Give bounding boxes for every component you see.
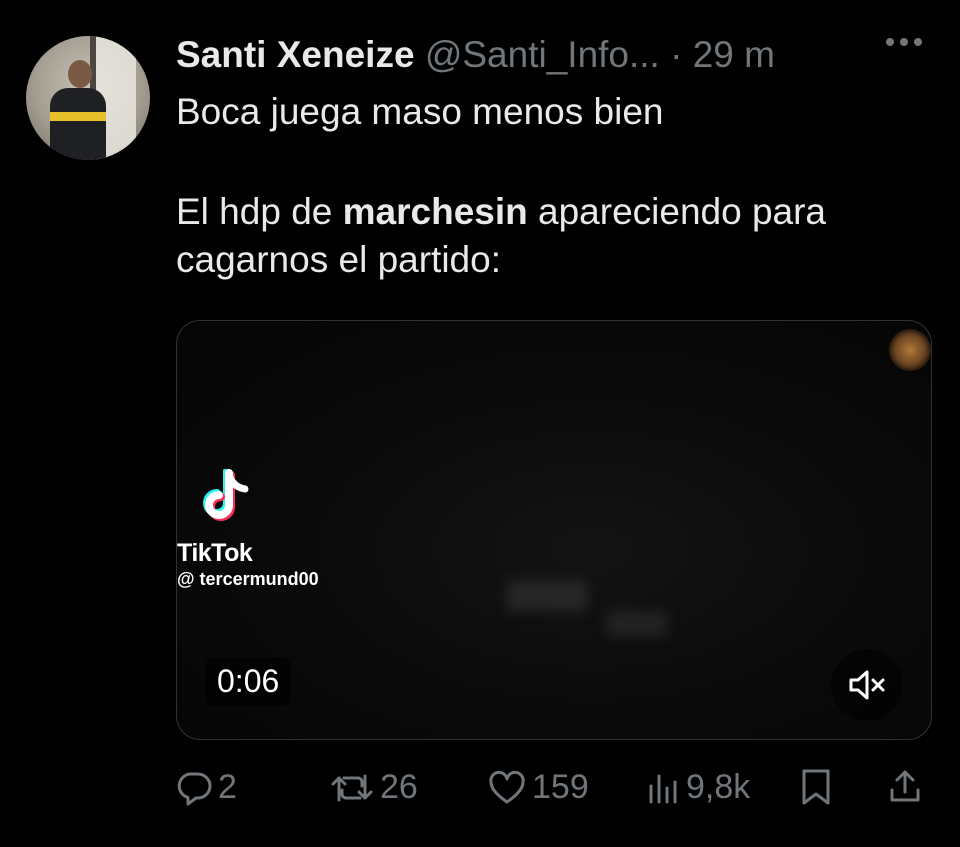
tweet-actions: 2 26 159 9,8k xyxy=(176,768,936,812)
more-dot xyxy=(914,38,922,46)
video-frame-detail xyxy=(889,329,931,371)
share-button[interactable] xyxy=(888,768,922,806)
tweet-text-bold: marchesin xyxy=(342,191,528,232)
tweet-text: Boca juega maso menos bien El hdp de mar… xyxy=(176,88,936,284)
more-dot xyxy=(886,38,894,46)
tweet-text-paragraph: El hdp de marchesin apareciendo para cag… xyxy=(176,188,936,284)
avatar[interactable] xyxy=(26,36,150,160)
tweet-text-segment: El hdp de xyxy=(176,191,343,232)
avatar-photo-detail xyxy=(68,60,92,88)
separator-dot: · xyxy=(670,34,683,75)
reply-button[interactable]: 2 xyxy=(176,768,237,807)
reply-icon xyxy=(177,772,212,805)
retweet-count: 26 xyxy=(380,768,418,806)
tiktok-watermark-user: @ tercermund00 xyxy=(177,569,319,589)
views-icon xyxy=(649,774,677,803)
tiktok-watermark-brand: TikTok xyxy=(177,539,253,567)
retweet-button[interactable]: 26 xyxy=(330,768,418,807)
like-icon xyxy=(489,770,525,803)
share-icon xyxy=(890,770,920,802)
tiktok-logo-icon xyxy=(203,469,249,521)
views-count: 9,8k xyxy=(686,768,751,806)
reply-count: 2 xyxy=(218,768,237,806)
mute-icon xyxy=(849,670,885,700)
mute-button[interactable] xyxy=(831,649,903,721)
author-handle[interactable]: @Santi_Info... xyxy=(425,34,660,75)
bookmark-icon xyxy=(802,769,830,805)
video-duration: 0:06 xyxy=(205,657,292,706)
like-button[interactable]: 159 xyxy=(488,768,589,807)
avatar-photo-detail xyxy=(50,112,106,121)
avatar-photo-detail xyxy=(50,88,106,160)
author-name[interactable]: Santi Xeneize xyxy=(176,34,415,75)
video-frame-detail xyxy=(607,611,667,637)
tweet-header: Santi Xeneize @Santi_Info... · 29 m xyxy=(176,32,775,78)
tweet-time[interactable]: 29 m xyxy=(693,34,775,75)
more-icon[interactable] xyxy=(886,38,922,46)
more-dot xyxy=(900,38,908,46)
retweet-icon xyxy=(331,774,373,801)
video-player[interactable]: TikTok @ tercermund00 0:06 xyxy=(176,320,932,740)
video-frame-detail xyxy=(507,581,587,611)
bookmark-button[interactable] xyxy=(800,768,832,806)
views-button[interactable]: 9,8k xyxy=(646,768,750,807)
like-count: 159 xyxy=(532,768,589,806)
tweet-text-line: Boca juega maso menos bien xyxy=(176,91,664,132)
